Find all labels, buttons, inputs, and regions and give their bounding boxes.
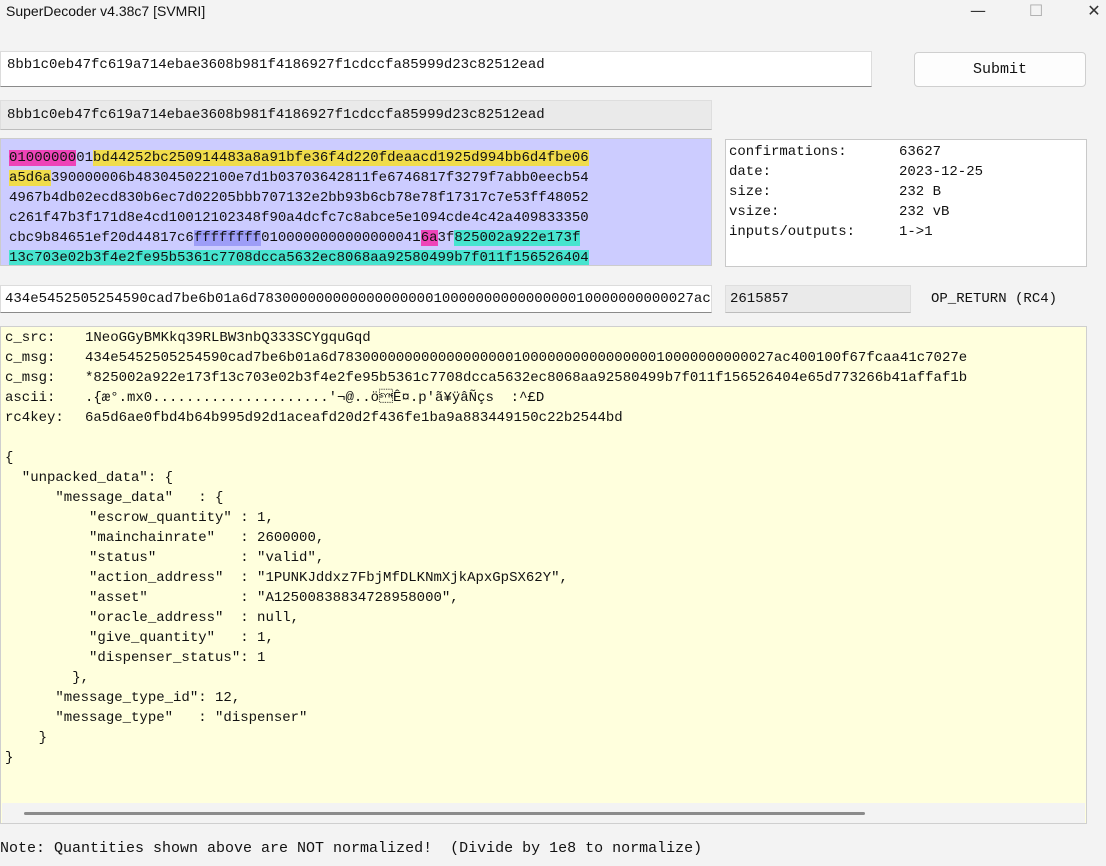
block-height-field: 2615857	[725, 285, 911, 313]
tx-info-panel: confirmations: 63627 date: 2023-12-25 size…	[725, 139, 1087, 267]
minimize-icon[interactable]: —	[956, 0, 1000, 24]
op-return-data-field[interactable]: 434e5452505254590cad7be6b01a6d7830000000…	[0, 285, 712, 313]
json-line: "escrow_quantity" : 1,	[5, 510, 274, 526]
horizontal-scrollbar[interactable]	[2, 803, 1085, 823]
json-line: "message_data" : {	[5, 490, 224, 506]
hex-line: 4967b4db02ecd830b6ec7d02205bbb707132e2bb…	[9, 190, 589, 206]
json-line: "oracle_address" : null,	[5, 610, 300, 626]
decoded-c-msg: c_msg: 434e5452505254590cad7be6b01a6d7830…	[5, 350, 968, 366]
json-line: "message_type" : "dispenser"	[5, 710, 308, 726]
hex-script-sig: 390000006b483045022100e7d1b03703642811fe…	[51, 170, 589, 186]
window-title: SuperDecoder v4.38c7 [SVMRI]	[6, 3, 206, 19]
hex-line: 0100000001bd44252bc250914483a8a91bfe36f4…	[9, 148, 589, 168]
hex-input-count: 01	[76, 150, 94, 166]
hex-version: 01000000	[9, 150, 77, 166]
json-line: "give_quantity" : 1,	[5, 630, 274, 646]
json-line: "unpacked_data": {	[5, 470, 174, 486]
scrollbar-thumb[interactable]	[24, 812, 865, 815]
hex-push-len: 3f	[437, 230, 455, 246]
json-line: }	[5, 750, 14, 766]
hex-op-return-data-cont: 13c703e02b3f4e2fe95b5361c7708dcca5632ec8…	[9, 250, 589, 266]
json-line: "mainchainrate" : 2600000,	[5, 530, 325, 546]
hex-line: a5d6a390000006b483045022100e7d1b03703642…	[9, 168, 589, 188]
decoded-rc4key: rc4key: 6a5d6ae0fbd4b64b995d92d1aceafd20d…	[5, 410, 623, 426]
json-line: },	[5, 670, 90, 686]
json-line: "message_type_id": 12,	[5, 690, 241, 706]
decoded-output-panel[interactable]: c_src: 1NeoGGyBMKkq39RLBW3nbQ333SCYgquGqd…	[0, 326, 1087, 824]
hex-line: 13c703e02b3f4e2fe95b5361c7708dcca5632ec8…	[9, 248, 589, 266]
hex-line: c261f47b3f171d8e4cd10012102348f90a4dcfc7…	[9, 210, 589, 226]
raw-hex-panel[interactable]: 0100000001bd44252bc250914483a8a91bfe36f4…	[0, 138, 712, 266]
hex-output: 0100000000000000041	[261, 230, 421, 246]
hex-op-return: 6a	[420, 230, 438, 246]
json-line: "status" : "valid",	[5, 550, 325, 566]
json-line: "action_address" : "1PUNKJddxz7FbjMfDLKN…	[5, 570, 568, 586]
close-icon[interactable]: ✕	[1072, 0, 1106, 24]
json-line: "dispenser_status": 1	[5, 650, 266, 666]
title-bar: SuperDecoder v4.38c7 [SVMRI] — ☐ ✕	[0, 0, 1106, 26]
hex-op-return-data: 825002a922e173f	[454, 230, 581, 246]
hex-script-sig-end: cbc9b84651ef20d44817c6	[9, 230, 194, 246]
hex-prev-txid-end: a5d6a	[9, 170, 52, 186]
decoded-ascii: ascii: .{æ°.mx0.....................'¬@..…	[5, 390, 545, 406]
submit-button[interactable]: Submit	[914, 52, 1086, 87]
json-line: {	[5, 450, 14, 466]
decoded-c-msg-decrypted: c_msg: *825002a922e173f13c703e02b3f4e2fe9…	[5, 370, 968, 386]
txid-input[interactable]: 8bb1c0eb47fc619a714ebae3608b981f4186927f…	[0, 51, 872, 87]
decoded-c-src: c_src: 1NeoGGyBMKkq39RLBW3nbQ333SCYgquGqd	[5, 330, 371, 346]
json-line: }	[5, 730, 48, 746]
normalization-note: Note: Quantities shown above are NOT nor…	[0, 840, 703, 857]
json-line: "asset" : "A12500838834728958000",	[5, 590, 459, 606]
hex-sequence: ffffffff	[193, 230, 262, 246]
txid-display: 8bb1c0eb47fc619a714ebae3608b981f4186927f…	[0, 100, 712, 130]
hex-line: cbc9b84651ef20d44817c6ffffffff0100000000…	[9, 228, 581, 248]
hex-prev-txid: bd44252bc250914483a8a91bfe36f4d220fdeaac…	[93, 150, 589, 166]
maximize-icon[interactable]: ☐	[1014, 0, 1058, 24]
op-type-label: OP_RETURN (RC4)	[931, 291, 1058, 307]
